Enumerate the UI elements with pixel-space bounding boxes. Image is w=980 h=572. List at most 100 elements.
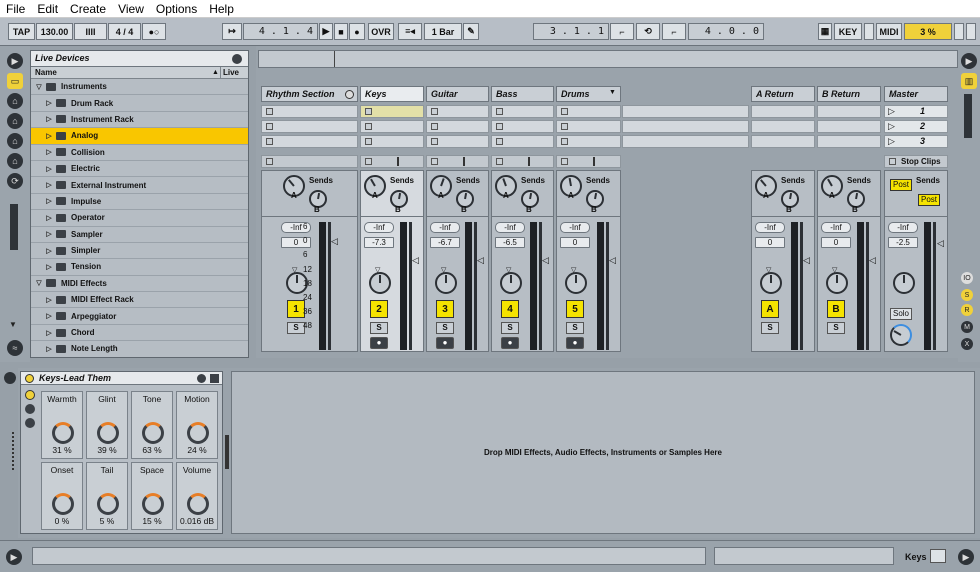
volume-fader-arrow[interactable]: ◁ [542, 255, 549, 266]
volume-fader-arrow[interactable]: ◁ [803, 255, 810, 266]
metronome-button[interactable]: IIII [74, 23, 107, 40]
menu-file[interactable]: File [0, 2, 31, 16]
clip-slot[interactable] [556, 120, 621, 133]
loop-length-field[interactable]: 4 . 0 . 0 [688, 23, 764, 40]
crossfader-toggle-icon[interactable]: X [961, 338, 973, 350]
scene-launch-icon[interactable]: ▷ [888, 136, 895, 147]
device-splitter[interactable] [225, 435, 229, 469]
triangle-right-icon[interactable]: ▷ [45, 99, 53, 107]
stop-icon[interactable] [266, 158, 273, 165]
volume-field[interactable]: -7.3 [364, 237, 394, 248]
track-activator-button[interactable]: 4 [501, 300, 519, 318]
macro-knob[interactable] [97, 493, 119, 515]
stop-icon[interactable] [889, 158, 896, 165]
show-detail-icon[interactable]: ▶ [958, 549, 974, 565]
track-peak-level[interactable]: -Inf [495, 222, 525, 233]
stop-icon[interactable] [496, 158, 503, 165]
clip-stop-icon[interactable] [496, 108, 503, 115]
browser-item[interactable]: ▷ Note Length [31, 341, 248, 357]
io-toggle-icon[interactable]: IO [961, 272, 973, 284]
stop-clip-button[interactable] [556, 155, 621, 168]
volume-fader-arrow[interactable]: ◁ [412, 255, 419, 266]
macro-knob[interactable] [187, 493, 209, 515]
scene-slot[interactable]: ▷ 2 [884, 120, 948, 133]
return-track-header[interactable]: B Return [817, 86, 881, 102]
scene-slot[interactable]: ▷ 1 [884, 105, 948, 118]
volume-field[interactable]: 0 [560, 237, 590, 248]
volume-field[interactable]: 0 [821, 237, 851, 248]
menu-options[interactable]: Options [150, 2, 203, 16]
returns-toggle-icon[interactable]: R [961, 304, 973, 316]
track-peak-level[interactable]: -Inf [560, 222, 590, 233]
loop-switch-icon[interactable]: ⟲ [636, 23, 660, 40]
clip-stop-icon[interactable] [365, 138, 372, 145]
macro-knob[interactable] [142, 493, 164, 515]
sends-toggle-icon[interactable]: S [961, 289, 973, 301]
device-fold-icon[interactable] [210, 374, 219, 383]
menu-view[interactable]: View [112, 2, 150, 16]
clip-slot[interactable] [261, 105, 358, 118]
browser-item[interactable]: ▷ Sampler [31, 227, 248, 243]
scroll-down-icon[interactable]: ▼ [9, 320, 17, 329]
pan-knob[interactable] [500, 272, 522, 294]
scene-launch-icon[interactable]: ▷ [888, 106, 895, 117]
groove-button[interactable]: ●○ [142, 23, 166, 40]
macro-knob-panel[interactable]: Tone 63 % [131, 391, 173, 459]
post-button[interactable]: Post [918, 194, 940, 206]
clip-stop-icon[interactable] [266, 138, 273, 145]
clip-slot[interactable] [491, 105, 554, 118]
drums-fold-icon[interactable]: ▼ [609, 89, 616, 96]
clip-stop-icon[interactable] [266, 108, 273, 115]
macro-knob-panel[interactable]: Volume 0.016 dB [176, 462, 218, 530]
triangle-down-icon[interactable]: ▽ [35, 279, 43, 287]
volume-fader-arrow[interactable]: ◁ [609, 255, 616, 266]
arrangement-view-icon[interactable]: ▥ [961, 73, 977, 89]
clip-slot[interactable] [360, 105, 424, 118]
macro-view-icon[interactable] [25, 390, 35, 400]
triangle-down-icon[interactable]: ▽ [35, 83, 43, 91]
cue-solo-button[interactable]: Solo [890, 308, 912, 320]
arm-record-icon[interactable]: ● [566, 337, 584, 349]
macro-knob-panel[interactable]: Space 15 % [131, 462, 173, 530]
triangle-right-icon[interactable]: ▷ [45, 214, 53, 222]
midi-map-button[interactable]: MIDI [876, 23, 902, 40]
pan-knob[interactable] [435, 272, 457, 294]
clip-slot[interactable] [491, 120, 554, 133]
browser-item[interactable]: ▽ MIDI Effects [31, 276, 248, 293]
browser-item[interactable]: ▷ Chord [31, 325, 248, 342]
pencil-icon[interactable]: ✎ [463, 23, 479, 40]
track-activator-button[interactable]: A [761, 300, 779, 318]
browser-item[interactable]: ▷ Analog [31, 128, 248, 145]
browser-item[interactable]: ▽ Instruments [31, 79, 248, 96]
clip-slot[interactable] [261, 120, 358, 133]
quantization-select[interactable]: 1 Bar [424, 23, 462, 40]
master-pan-knob[interactable] [893, 272, 915, 294]
clip-slot[interactable] [426, 135, 489, 148]
song-position-field[interactable]: 4 . 1 . 4 [243, 23, 318, 40]
clip-slot[interactable] [360, 135, 424, 148]
track-header[interactable]: Rhythm Section [261, 86, 358, 102]
browser-item[interactable]: ▷ Instrument Rack [31, 112, 248, 129]
triangle-right-icon[interactable]: ▷ [45, 115, 53, 123]
browser-item[interactable]: ▷ Arpeggiator [31, 308, 248, 325]
triangle-right-icon[interactable]: ▷ [45, 230, 53, 238]
return-peak-level[interactable]: -Inf [821, 222, 851, 233]
clip-stop-icon[interactable] [561, 108, 568, 115]
show-browser-icon[interactable]: ▶ [7, 53, 23, 69]
track-activator-button[interactable]: B [827, 300, 845, 318]
session-scrollbar[interactable] [964, 94, 972, 138]
detail-resize-handle[interactable] [12, 432, 16, 470]
overdub-button[interactable]: OVR [368, 23, 394, 40]
volume-fader-arrow[interactable]: ◁ [331, 236, 338, 247]
triangle-right-icon[interactable]: ▷ [45, 181, 53, 189]
hot-swap-icon[interactable]: ⟳ [7, 173, 23, 189]
triangle-right-icon[interactable]: ▷ [45, 197, 53, 205]
browser-item[interactable]: ▷ Operator [31, 210, 248, 227]
track-header[interactable]: Keys [360, 86, 424, 102]
browser-item[interactable]: ▷ Electric [31, 161, 248, 178]
midi-editor-icon[interactable] [930, 549, 946, 563]
menu-edit[interactable]: Edit [31, 2, 64, 16]
record-button[interactable]: ● [349, 23, 365, 40]
triangle-right-icon[interactable]: ▷ [45, 312, 53, 320]
detail-toggle-icon[interactable] [4, 372, 16, 384]
